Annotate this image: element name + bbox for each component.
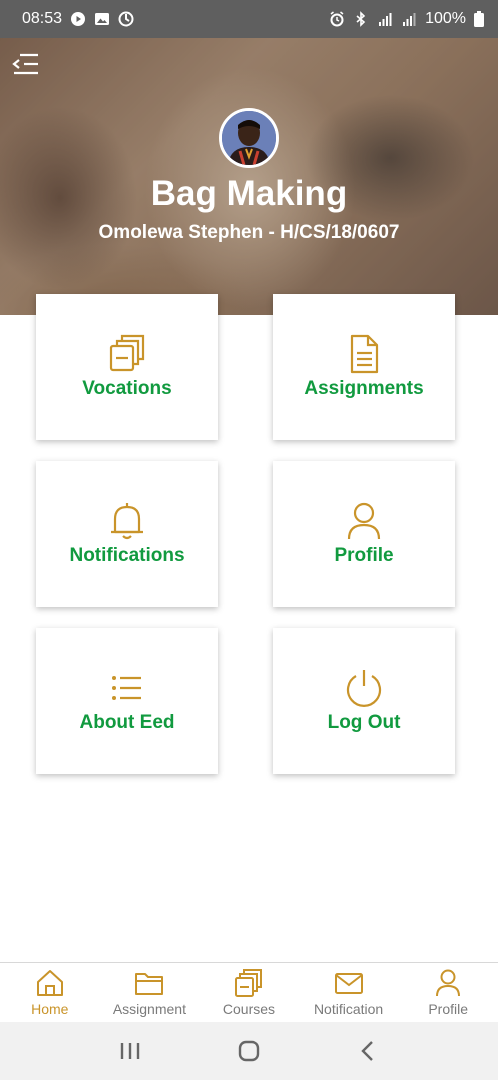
bluetooth-icon bbox=[356, 11, 366, 27]
user-photo bbox=[222, 111, 276, 165]
logout-tile[interactable]: Log Out bbox=[273, 628, 455, 774]
bell-icon bbox=[111, 503, 143, 540]
nav-notification[interactable]: Notification bbox=[299, 963, 399, 1022]
signal-icon-2 bbox=[403, 13, 416, 26]
profile-tile[interactable]: Profile bbox=[273, 461, 455, 607]
recent-apps-button[interactable] bbox=[116, 1037, 144, 1065]
tile-label: Profile bbox=[334, 545, 394, 566]
notifications-tile[interactable]: Notifications bbox=[36, 461, 218, 607]
battery-icon bbox=[474, 11, 484, 27]
nav-label: Assignment bbox=[112, 1001, 186, 1017]
folder-icon bbox=[135, 973, 164, 995]
back-button[interactable] bbox=[354, 1037, 382, 1065]
avatar[interactable] bbox=[219, 108, 279, 168]
sync-icon bbox=[118, 11, 134, 27]
status-time: 08:53 bbox=[22, 10, 63, 27]
user-icon bbox=[436, 969, 461, 997]
recent-apps-icon bbox=[120, 1043, 139, 1059]
system-navigation-bar bbox=[0, 1022, 498, 1080]
profile-header: Bag Making Omolewa Stephen - H/CS/18/060… bbox=[0, 38, 498, 315]
status-left: 08:53 bbox=[22, 10, 134, 28]
nav-label: Courses bbox=[222, 1001, 276, 1017]
stacked-pages-icon bbox=[234, 969, 262, 997]
status-bar: 08:53 100% bbox=[0, 0, 498, 38]
tile-label: Log Out bbox=[327, 712, 401, 733]
home-button[interactable] bbox=[235, 1037, 263, 1065]
tile-label: About Eed bbox=[79, 712, 175, 733]
status-right: 100% bbox=[329, 10, 484, 28]
user-icon bbox=[347, 502, 381, 540]
assignments-tile[interactable]: Assignments bbox=[273, 294, 455, 440]
nav-label: Profile bbox=[428, 1001, 469, 1017]
tile-label: Notifications bbox=[69, 545, 185, 566]
home-icon bbox=[36, 970, 63, 996]
nav-assignment[interactable]: Assignment bbox=[100, 963, 200, 1022]
student-name-id: Omolewa Stephen - H/CS/18/0607 bbox=[98, 222, 400, 243]
tile-label: Assignments bbox=[304, 378, 424, 399]
play-icon bbox=[71, 12, 86, 26]
tile-label: Vocations bbox=[82, 378, 172, 399]
nav-label: Notification bbox=[313, 1001, 384, 1017]
about-tile[interactable]: About Eed bbox=[36, 628, 218, 774]
nav-home[interactable]: Home bbox=[0, 963, 100, 1022]
battery-percent: 100% bbox=[425, 10, 466, 27]
home-square-icon bbox=[238, 1040, 260, 1062]
list-icon bbox=[112, 676, 141, 700]
power-icon bbox=[346, 670, 382, 707]
nav-label: Home bbox=[31, 1001, 69, 1017]
nav-courses[interactable]: Courses bbox=[199, 963, 299, 1022]
bottom-navigation: Home Assignment Courses Notification Pro… bbox=[0, 962, 498, 1022]
stacked-pages-icon bbox=[109, 334, 145, 372]
signal-icon bbox=[379, 13, 392, 26]
document-icon bbox=[350, 334, 379, 374]
envelope-icon bbox=[334, 973, 363, 994]
image-icon bbox=[95, 13, 110, 25]
vocations-tile[interactable]: Vocations bbox=[36, 294, 218, 440]
alarm-icon bbox=[330, 11, 344, 27]
course-title: Bag Making bbox=[150, 174, 348, 213]
menu-icon[interactable] bbox=[12, 52, 40, 76]
nav-profile[interactable]: Profile bbox=[398, 963, 498, 1022]
back-chevron-icon bbox=[361, 1041, 374, 1061]
